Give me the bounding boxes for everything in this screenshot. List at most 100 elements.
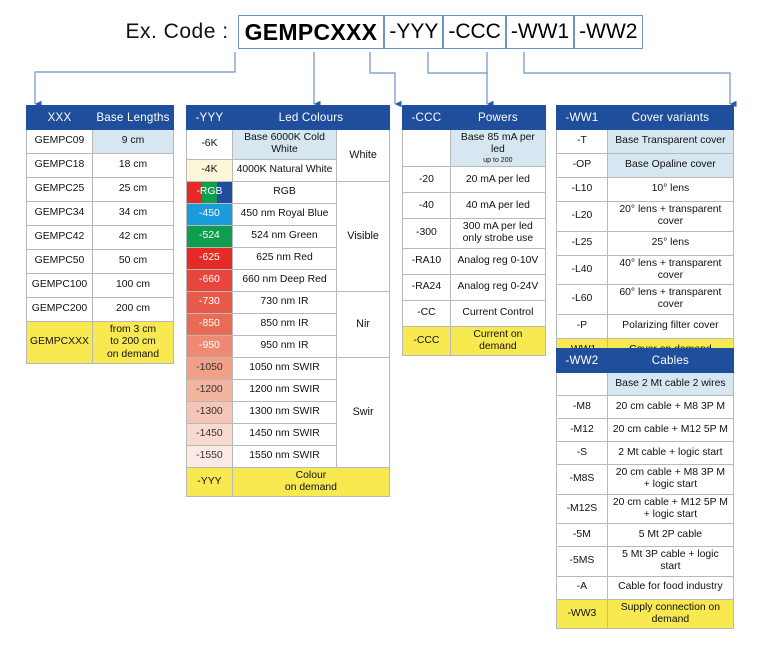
row-description: 2 Mt cable + logic start [606,441,735,465]
row-description: 50 cm [91,249,175,274]
table-row[interactable]: -CC Current Control [402,299,547,327]
table-row[interactable]: -730 730 nm IR Nir [186,290,390,358]
row-description: Base 6000K Cold White [231,129,338,160]
row-description: 20° lens + transparent cover [606,201,735,232]
table-row[interactable]: GEMPC42 42 cm [26,225,175,250]
code-segment-colour[interactable]: -YYY [384,15,444,49]
table-row[interactable]: -20 20 mA per led [402,166,547,194]
row-code: -T [556,129,608,154]
row-description: 20 cm cable + M12 5P M [606,418,735,442]
table-row[interactable]: -CCC Current on demand [402,325,547,357]
table-row[interactable]: GEMPC100 100 cm [26,273,175,298]
row-description: 25 cm [91,177,175,202]
table-row[interactable]: -L25 25° lens [556,230,735,256]
row-code: -M8S [556,464,608,495]
row-code: -CCC [402,325,451,357]
table-powers: -CCC Powers Base 85 mA per led up to 200-… [402,105,547,357]
table-row[interactable]: -1050 1050 nm SWIR Swir [186,356,390,468]
table-row[interactable]: -40 40 mA per led [402,192,547,220]
row-description: from 3 cm to 200 cm on demand [91,321,175,364]
row-code: -5M [556,523,608,548]
row-description: 20 mA per led [449,166,547,194]
row-code: -L25 [556,230,608,256]
th-powers-code: -CCC [402,105,451,130]
table-row[interactable]: GEMPC18 18 cm [26,153,175,178]
row-description: Polarizing filter cover [606,313,735,339]
row-code: -RA24 [402,273,451,301]
table-row[interactable]: -6K Base 6000K Cold White White [186,129,390,182]
wire-to-powers-2 [427,52,494,108]
row-code: -L60 [556,284,608,315]
row-code: GEMPC100 [26,273,93,298]
row-description: 1200 nm SWIR [231,378,338,402]
tbody-powers: Base 85 mA per led up to 200 -20 20 mA per … [402,128,547,357]
table-row[interactable]: GEMPC34 34 cm [26,201,175,226]
table-row[interactable]: -M12 20 cm cable + M12 5P M [556,418,735,442]
code-segment-power[interactable]: -CCC [443,15,506,49]
th-colours-code: -YYY [186,105,233,130]
row-code: GEMPCXXX [26,321,93,364]
table-row[interactable]: -RGB RGB Visible [186,180,390,292]
row-code-swatch: -625 [186,246,233,270]
code-segment-cable[interactable]: -WW2 [574,15,643,49]
product-code-line: Ex. Code : GEMPCXXX -YYY -CCC -WW1 -WW2 [0,12,768,52]
table-led-colours: -YYY Led Colours -6K Base 6000K Cold Whit… [186,105,391,498]
row-code: GEMPC42 [26,225,93,250]
row-description: 1300 nm SWIR [231,400,338,424]
table-row[interactable]: -M8S 20 cm cable + M8 3P M + logic start [556,464,735,495]
table-row[interactable]: -L10 10° lens [556,177,735,202]
table-row[interactable]: -L40 40° lens + transparent cover [556,254,735,286]
row-description: 850 nm IR [231,312,338,336]
wire-to-powers [369,52,402,108]
table-row[interactable]: -S 2 Mt cable + logic start [556,441,735,465]
row-code-swatch: -450 [186,202,233,226]
row-description: Base 2 Mt cable 2 wires [606,372,735,396]
table-row[interactable]: -5MS 5 Mt 3P cable + logic start [556,546,735,577]
table-row[interactable]: -L20 20° lens + transparent cover [556,201,735,232]
table-row[interactable]: Base 85 mA per led up to 200 [402,128,547,168]
row-description: 1050 nm SWIR [231,356,338,380]
row-code-swatch: -1300 [186,400,233,424]
table-row[interactable]: -OP Base Opaline cover [556,153,735,178]
table-row[interactable]: -YYY Colour on demand [186,466,391,498]
table-row[interactable]: GEMPC25 25 cm [26,177,175,202]
table-row[interactable]: -M12S 20 cm cable + M12 5P M + logic start [556,493,735,525]
row-description: 524 nm Green [231,224,338,248]
code-segment-base[interactable]: GEMPCXXX [237,15,385,49]
table-row[interactable]: GEMPC200 200 cm [26,297,175,322]
row-code: -OP [556,153,608,178]
table-row[interactable]: Base 2 Mt cable 2 wires [556,372,735,396]
row-description: 60° lens + transparent cover [606,284,735,315]
table-row[interactable]: GEMPC50 50 cm [26,249,175,274]
colour-group-label: Nir [336,290,390,358]
th-cables-desc: Cables [606,348,735,373]
table-row[interactable]: -M8 20 cm cable + M8 3P M [556,395,735,419]
row-description: 950 nm IR [231,334,338,358]
code-segment-cover[interactable]: -WW1 [505,15,575,49]
table-row[interactable]: GEMPCXXX from 3 cm to 200 cm on demand [26,321,175,364]
row-description: 660 nm Deep Red [231,268,338,292]
table-row[interactable]: -T Base Transparent cover [556,129,735,154]
table-row[interactable]: -P Polarizing filter cover [556,313,735,339]
row-code-swatch: -RGB [186,180,233,204]
row-code: GEMPC18 [26,153,93,178]
row-code: GEMPC200 [26,297,93,322]
table-row[interactable]: -300 300 mA per led only strobe use [402,218,547,249]
row-code-swatch: -950 [186,334,233,358]
row-code [556,372,608,396]
table-row[interactable]: -L60 60° lens + transparent cover [556,284,735,315]
th-lengths-desc: Base Lengths [91,105,175,130]
table-row[interactable]: -5M 5 Mt 2P cable [556,523,735,548]
row-code: GEMPC25 [26,177,93,202]
row-description: 5 Mt 3P cable + logic start [606,546,735,577]
table-row[interactable]: -WW3 Supply connection on demand [556,598,735,630]
row-description: 42 cm [91,225,175,250]
row-description: Base Opaline cover [606,153,735,178]
table-row[interactable]: GEMPC09 9 cm [26,129,175,154]
table-row[interactable]: -RA10 Analog reg 0-10V [402,247,547,275]
table-cables: -WW2 Cables Base 2 Mt cable 2 wires -M8 20… [556,348,735,630]
row-description: RGB [231,180,338,204]
table-row[interactable]: -RA24 Analog reg 0-24V [402,273,547,301]
row-code: -A [556,575,608,600]
table-row[interactable]: -A Cable for food industry [556,575,735,600]
